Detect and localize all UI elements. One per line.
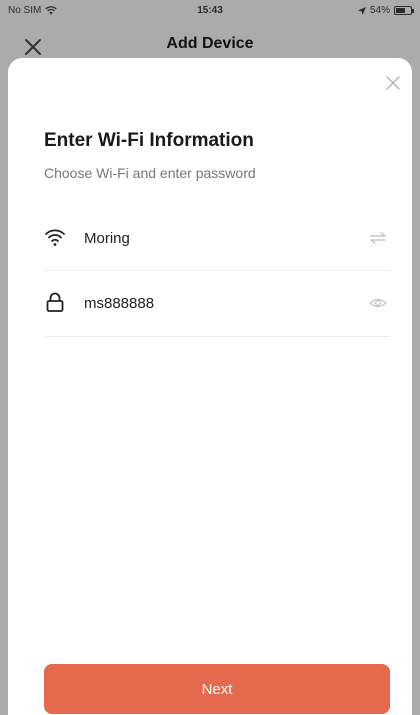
status-bar: No SIM 15:43 54% — [0, 0, 420, 22]
sheet-heading: Enter Wi-Fi Information — [44, 130, 254, 151]
swap-icon[interactable] — [368, 228, 388, 248]
page-title: Add Device — [166, 35, 254, 52]
sheet-close-icon[interactable] — [384, 74, 402, 92]
password-value: ms888888 — [84, 295, 155, 312]
wifi-sheet: Enter Wi-Fi Information Choose Wi-Fi and… — [8, 58, 412, 715]
wifi-name-value: Moring — [84, 230, 130, 247]
battery-fill — [396, 8, 405, 13]
password-field[interactable]: ms888888 — [44, 271, 390, 337]
battery-icon — [394, 6, 414, 15]
sheet-subheading: Choose Wi-Fi and enter password — [44, 165, 256, 181]
wifi-network-field[interactable]: Moring — [44, 205, 390, 271]
location-arrow-icon — [357, 6, 366, 15]
navigation-bar: Add Device — [0, 22, 420, 62]
wifi-icon — [45, 229, 65, 246]
status-right: 54% — [357, 5, 414, 16]
next-button[interactable]: Next — [44, 664, 390, 714]
lock-icon — [46, 292, 64, 312]
eye-icon[interactable] — [368, 293, 388, 313]
battery-percent: 54% — [369, 5, 390, 16]
